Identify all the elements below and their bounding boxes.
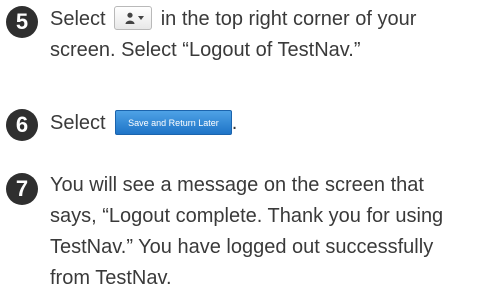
step-5-text-before: Select: [50, 8, 106, 30]
step-6-text-before: Select: [50, 112, 106, 134]
step-5-line-2: screen. Select “Logout of TestNav.”: [50, 39, 361, 61]
step-6-line-1: Select Save and Return Later.: [50, 108, 496, 139]
step-7-line-3: TestNav.” You have logged out successful…: [50, 236, 434, 258]
step-5-line-1: Select in the top right corner of your: [50, 4, 496, 35]
save-and-return-later-button[interactable]: Save and Return Later: [115, 109, 232, 135]
step-6-text-after: .: [231, 112, 238, 134]
user-icon: [125, 12, 135, 25]
step-7-line-2: says, “Logout complete. Thank you for us…: [50, 205, 444, 227]
step-number-badge: 5: [6, 6, 38, 38]
step-5-text-after: in the top right corner of your: [160, 8, 417, 30]
user-menu-button[interactable]: [114, 6, 153, 31]
step-6-instructions: Select Save and Return Later.: [50, 108, 496, 139]
step-number-badge: 6: [6, 109, 38, 141]
step-number-badge: 7: [6, 173, 38, 205]
chevron-down-icon: [138, 16, 145, 21]
step-7-line-4: from TestNav.: [50, 267, 172, 289]
step-7-line-1: You will see a message on the screen tha…: [50, 174, 424, 196]
step-7-instructions: You will see a message on the screen tha…: [50, 170, 496, 294]
step-5-instructions: Select in the top right corner of your s…: [50, 4, 496, 66]
